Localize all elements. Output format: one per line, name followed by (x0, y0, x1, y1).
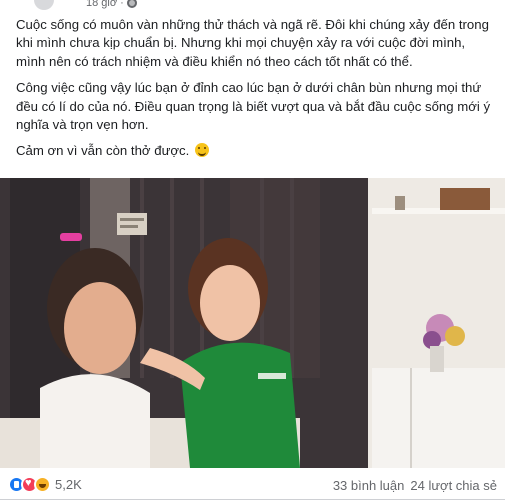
post-stats: 33 bình luận 24 lượt chia sẻ (333, 478, 497, 493)
reaction-count[interactable]: 5,2K (55, 477, 82, 492)
post-time[interactable]: 18 giờ (86, 0, 117, 9)
photo-illustration (0, 178, 505, 468)
share-count-link[interactable]: 24 lượt chia sẻ (410, 478, 497, 493)
post-meta: 18 giờ · (86, 0, 137, 9)
smile-emoji-icon (194, 143, 209, 158)
globe-icon[interactable] (126, 0, 137, 8)
haha-reaction-icon (34, 476, 51, 493)
post-paragraph: Công việc cũng vậy lúc bạn ở đỉnh cao lú… (16, 80, 491, 133)
post-paragraph: Cuộc sống có muôn vàn những thử thách và… (16, 17, 489, 69)
reaction-summary[interactable]: 5,2K (8, 476, 82, 493)
post-text: Cuộc sống có muôn vàn những thử thách và… (16, 16, 496, 169)
post-photo[interactable] (0, 178, 505, 468)
post-closing: Cảm ơn vì vẫn còn thở được. (16, 142, 496, 160)
post-header: 18 giờ · (0, 0, 505, 12)
post-footer: 5,2K 33 bình luận 24 lượt chia sẻ (0, 468, 505, 500)
post-closing-text: Cảm ơn vì vẫn còn thở được. (16, 143, 190, 159)
author-avatar[interactable] (34, 0, 54, 10)
comment-count-link[interactable]: 33 bình luận (333, 478, 405, 493)
